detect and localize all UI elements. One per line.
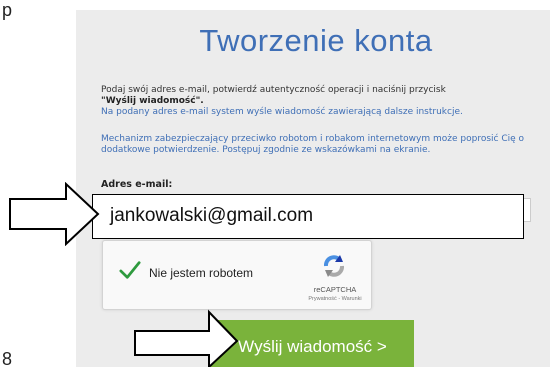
email-input-edge — [524, 198, 531, 222]
arrow-icon — [9, 182, 100, 246]
checkmark-icon[interactable] — [119, 259, 141, 281]
instruction-text: Podaj swój adres e-mail, potwierdź auten… — [101, 85, 550, 107]
recaptcha-logo-icon — [324, 255, 344, 277]
arrow-icon — [134, 309, 239, 367]
recaptcha-terms-link[interactable]: Prywatność - Warunki — [301, 296, 369, 302]
recaptcha-brand: reCAPTCHA — [313, 285, 357, 294]
page-mark-top: p — [2, 0, 13, 20]
recaptcha-label: Nie jestem robotem — [149, 266, 254, 280]
instruction-text-2: Na podany adres e-mail system wyśle wiad… — [101, 107, 463, 117]
recaptcha-widget[interactable]: Nie jestem robotem reCAPTCHA Prywatność … — [102, 240, 372, 310]
page-title: Tworzenie konta — [199, 23, 433, 58]
captcha-info-text: Mechanizm zabezpieczający przeciwko robo… — [101, 134, 525, 155]
email-label: Adres e-mail: — [101, 179, 173, 190]
instruction-bold: "Wyślij wiadomość". — [101, 96, 204, 106]
instruction-line-1: Podaj swój adres e-mail, potwierdź auten… — [101, 85, 446, 95]
submit-button[interactable]: Wyślij wiadomość > — [211, 320, 414, 367]
email-input-value[interactable]: jankowalski@gmail.com — [110, 205, 313, 227]
